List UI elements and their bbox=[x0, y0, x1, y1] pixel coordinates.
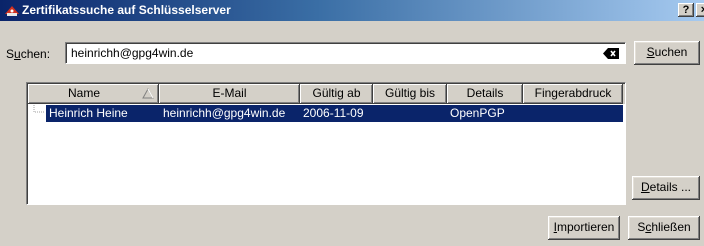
close-button[interactable]: Schließen bbox=[628, 216, 700, 240]
tree-branch-icon bbox=[33, 105, 44, 113]
app-icon bbox=[5, 6, 19, 16]
cell-fingerprint bbox=[523, 105, 623, 122]
title-bar[interactable]: Zertifikatssuche auf Schlüsselserver ? × bbox=[0, 0, 704, 21]
column-header-valid-until[interactable]: Gültig bis bbox=[373, 84, 447, 104]
cell-valid-until bbox=[373, 105, 447, 122]
column-header-email[interactable]: E-Mail bbox=[159, 84, 300, 104]
window-title: Zertifikatssuche auf Schlüsselserver bbox=[22, 3, 231, 17]
column-header-row: Name E-Mail Gültig ab Gültig bis Details… bbox=[28, 84, 625, 104]
column-header-details[interactable]: Details bbox=[447, 84, 523, 104]
search-input[interactable]: heinrichh@gpg4win.de bbox=[65, 42, 626, 64]
cell-valid-from: 2006-11-09 bbox=[300, 105, 373, 122]
sort-ascending-icon bbox=[142, 88, 154, 99]
cell-email: heinrichh@gpg4win.de bbox=[159, 105, 300, 122]
search-input-value: heinrichh@gpg4win.de bbox=[71, 46, 194, 60]
close-window-button[interactable]: × bbox=[696, 3, 704, 17]
clear-text-icon[interactable] bbox=[603, 48, 619, 59]
results-list[interactable]: Name E-Mail Gültig ab Gültig bis Details… bbox=[26, 82, 626, 205]
cell-name: Heinrich Heine bbox=[46, 105, 159, 122]
help-button[interactable]: ? bbox=[678, 3, 694, 17]
column-header-valid-from[interactable]: Gültig ab bbox=[300, 84, 373, 104]
search-button[interactable]: Suchen bbox=[634, 41, 700, 65]
column-header-fingerprint[interactable]: Fingerabdruck bbox=[523, 84, 623, 104]
column-header-name[interactable]: Name bbox=[28, 84, 159, 104]
search-label: Suchen: bbox=[6, 47, 51, 61]
import-button[interactable]: Importieren bbox=[548, 216, 620, 240]
details-button[interactable]: Details ... bbox=[632, 176, 700, 200]
cell-details: OpenPGP bbox=[447, 105, 523, 122]
table-row[interactable]: Heinrich Heine heinrichh@gpg4win.de 2006… bbox=[28, 105, 623, 122]
